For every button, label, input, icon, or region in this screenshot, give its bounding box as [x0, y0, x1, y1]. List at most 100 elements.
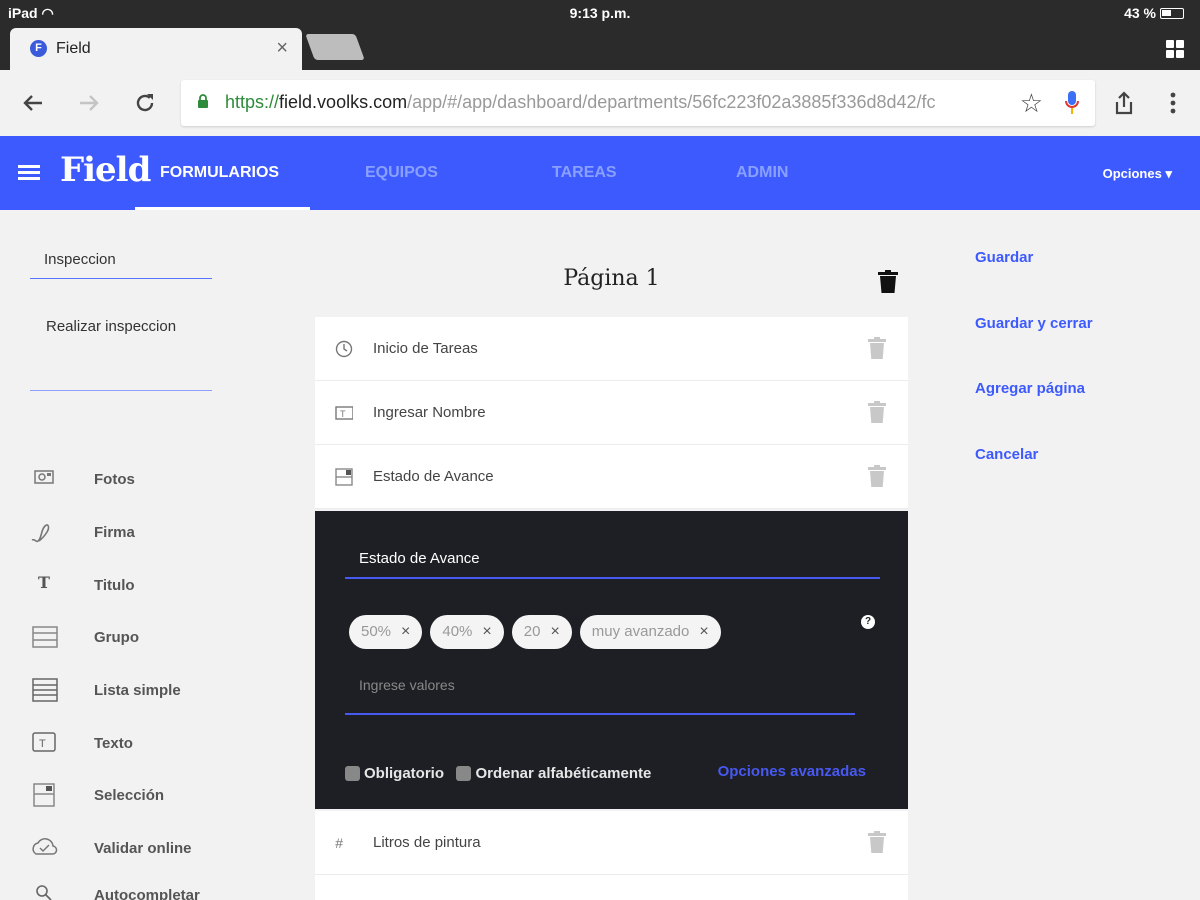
tool-validar-online[interactable]: Validar online	[30, 836, 260, 876]
tool-label: Firma	[94, 524, 135, 541]
field-row-estado-de-avance[interactable]: Estado de Avance	[315, 445, 908, 509]
options-dropdown[interactable]: Opciones ▾	[1103, 166, 1172, 182]
required-label: Obligatorio	[364, 765, 444, 782]
forward-icon[interactable]	[72, 86, 106, 120]
tool-lista-simple[interactable]: Lista simple	[30, 678, 260, 718]
required-checkbox[interactable]	[345, 766, 360, 781]
remove-chip-icon[interactable]: ×	[482, 615, 491, 649]
tab-switcher-icon[interactable]	[1166, 40, 1184, 58]
delete-field-icon[interactable]	[868, 337, 886, 359]
sort-alphabetically-checkbox[interactable]	[456, 766, 472, 781]
save-button[interactable]: Guardar	[975, 249, 1033, 266]
field-label: Estado de Avance	[373, 468, 494, 485]
group-icon	[32, 626, 58, 648]
tool-label: Titulo	[94, 577, 135, 594]
mic-icon[interactable]	[1065, 91, 1079, 115]
value-chip: 50% ×	[349, 615, 423, 649]
selection-icon	[33, 783, 55, 807]
photos-icon	[34, 470, 54, 484]
cancel-button[interactable]: Cancelar	[975, 446, 1038, 463]
field-label: Inicio de Tareas	[373, 340, 478, 357]
delete-page-icon[interactable]	[878, 270, 898, 294]
clock: 9:13 p.m.	[569, 5, 631, 21]
tool-label: Validar online	[94, 840, 192, 857]
value-chips: 50% × 40% × 20 × muy avanzado ×	[349, 615, 729, 649]
tool-firma[interactable]: Firma	[30, 520, 260, 560]
tool-label: Lista simple	[94, 682, 181, 699]
delete-field-icon[interactable]	[868, 465, 886, 487]
field-label: Litros de pintura	[373, 834, 481, 851]
app-logo: Field	[60, 150, 151, 190]
tool-label: Autocompletar	[94, 887, 200, 900]
validate-icon	[32, 838, 58, 855]
new-tab-button[interactable]	[305, 34, 365, 60]
remove-chip-icon[interactable]: ×	[699, 615, 708, 649]
form-description-input[interactable]: Realizar inspeccion	[30, 316, 212, 391]
tool-autocompletar[interactable]: Autocompletar	[30, 883, 260, 900]
tab-strip: F Field ×	[0, 28, 1200, 70]
sort-label: Ordenar alfabéticamente	[475, 765, 652, 782]
more-icon[interactable]	[1156, 86, 1190, 120]
help-icon[interactable]: ?	[861, 615, 875, 629]
value-chip: muy avanzado ×	[579, 615, 721, 649]
field-row-litros-de-pintura[interactable]: # Litros de pintura	[315, 811, 908, 875]
field-name-input[interactable]: Estado de Avance	[345, 547, 880, 579]
save-and-close-button[interactable]: Guardar y cerrar	[975, 315, 1093, 332]
field-row-inicio-de-tareas[interactable]: Inicio de Tareas	[315, 317, 908, 381]
nav-tab-tareas[interactable]: TAREAS	[552, 164, 617, 182]
delete-field-icon[interactable]	[868, 401, 886, 423]
number-icon: #	[335, 835, 343, 851]
tool-label: Selección	[94, 787, 165, 804]
nav-tab-admin[interactable]: ADMIN	[736, 164, 788, 182]
browser-tab[interactable]: F Field ×	[10, 28, 302, 70]
close-tab-icon[interactable]: ×	[276, 37, 288, 60]
address-bar[interactable]: https://field.voolks.com/app/#/app/dashb…	[181, 80, 1095, 126]
menu-icon[interactable]	[18, 165, 40, 181]
favicon-icon: F	[30, 40, 47, 57]
value-chip: 20 ×	[511, 615, 572, 649]
svg-text:T: T	[340, 409, 346, 419]
page-title: Página 1	[563, 266, 660, 291]
star-icon[interactable]: ☆	[1020, 88, 1043, 119]
nav-tab-formularios[interactable]: FORMULARIOS	[160, 164, 279, 182]
active-tab-indicator	[135, 207, 310, 210]
field-label: Ingresar Nombre	[373, 404, 486, 421]
clock-icon	[335, 340, 353, 358]
svg-text:T: T	[39, 738, 46, 750]
browser-toolbar: https://field.voolks.com/app/#/app/dashb…	[0, 70, 1200, 136]
tool-seleccion[interactable]: Selección	[30, 783, 260, 823]
list-icon	[32, 678, 58, 702]
add-page-button[interactable]: Agregar página	[975, 380, 1085, 397]
back-icon[interactable]	[16, 86, 50, 120]
status-bar: iPad ◠ 9:13 p.m. 43 %	[0, 0, 1200, 28]
caret-down-icon: ▾	[1165, 166, 1172, 181]
options-row: Obligatorio Ordenar alfabéticamente	[345, 765, 659, 789]
tool-titulo[interactable]: T Titulo	[30, 573, 260, 613]
search-icon	[36, 885, 52, 900]
svg-text:T: T	[38, 573, 50, 592]
signature-icon	[31, 524, 50, 543]
nav-tab-equipos[interactable]: EQUIPOS	[365, 164, 438, 182]
delete-field-icon[interactable]	[868, 831, 886, 853]
battery-indicator: 43 %	[1124, 5, 1184, 21]
tool-fotos[interactable]: Fotos	[30, 467, 260, 507]
values-input[interactable]: Ingrese valores	[345, 671, 855, 715]
select-field-icon	[335, 468, 353, 486]
field-row-ingresar-nombre[interactable]: T Ingresar Nombre	[315, 381, 908, 445]
value-chip: 40% ×	[430, 615, 504, 649]
tool-label: Texto	[94, 735, 133, 752]
advanced-options-link[interactable]: Opciones avanzadas	[718, 763, 866, 780]
tool-grupo[interactable]: Grupo	[30, 625, 260, 665]
reload-icon[interactable]	[128, 86, 162, 120]
field-row-next[interactable]	[315, 875, 908, 900]
text-field-icon: T	[335, 406, 353, 420]
remove-chip-icon[interactable]: ×	[550, 615, 559, 649]
battery-icon	[1160, 8, 1184, 19]
remove-chip-icon[interactable]: ×	[401, 615, 410, 649]
tool-texto[interactable]: T Texto	[30, 731, 260, 771]
tab-title: Field	[56, 40, 91, 57]
share-icon[interactable]	[1107, 86, 1141, 120]
title-icon: T	[38, 573, 50, 592]
form-name-input[interactable]: Inspeccion	[30, 247, 212, 279]
url-text: https://field.voolks.com/app/#/app/dashb…	[225, 92, 936, 112]
